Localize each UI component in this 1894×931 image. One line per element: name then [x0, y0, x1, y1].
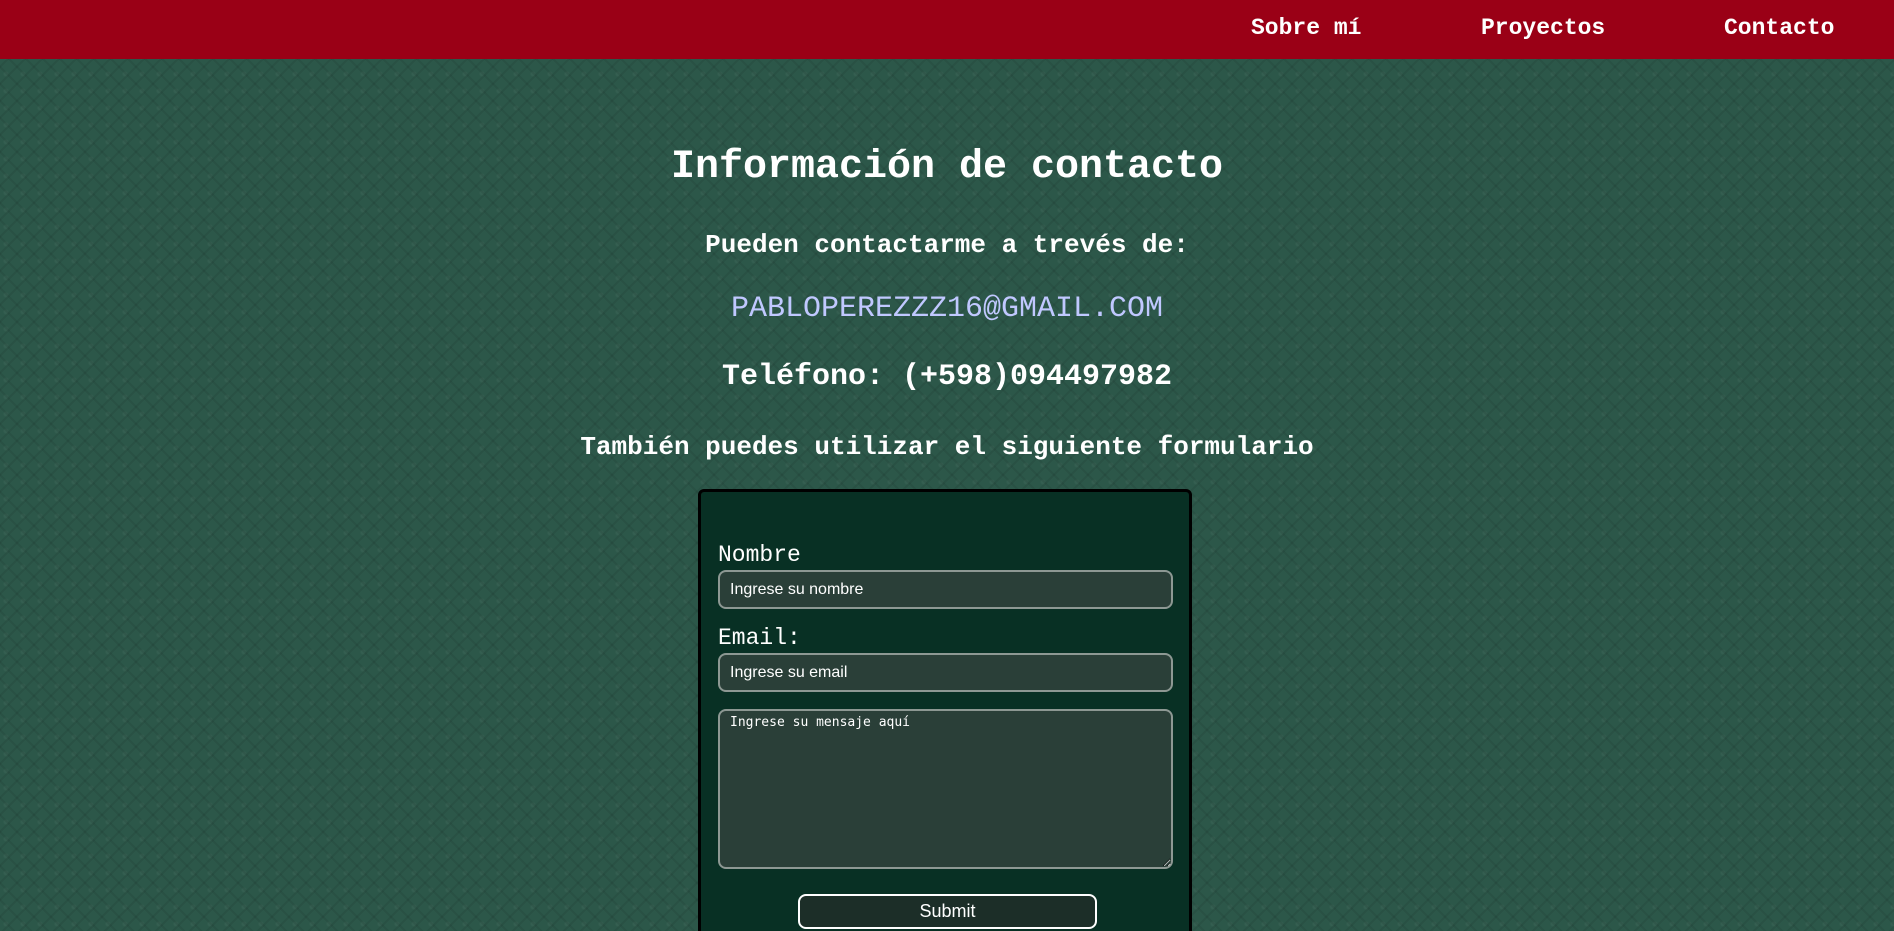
message-textarea[interactable]: [718, 709, 1173, 869]
email-input[interactable]: [718, 653, 1173, 692]
phone-number: Teléfono: (+598)094497982: [721, 360, 1173, 394]
name-input[interactable]: [718, 570, 1173, 609]
top-navbar: Sobre mí Proyectos Contacto: [0, 0, 1894, 59]
page-title: Información de contacto: [670, 145, 1224, 190]
nav-link-contact[interactable]: Contacto: [1724, 15, 1834, 41]
contact-subtitle: Pueden contactarme a trevés de:: [705, 230, 1189, 260]
nav-link-projects[interactable]: Proyectos: [1481, 15, 1605, 41]
submit-button[interactable]: Submit: [798, 894, 1097, 929]
nav-link-about[interactable]: Sobre mí: [1251, 15, 1361, 41]
name-label: Nombre: [718, 542, 801, 568]
email-link[interactable]: PABLOPEREZZZ16@GMAIL.COM: [731, 292, 1163, 326]
contact-form: Nombre Email: Submit: [698, 489, 1192, 931]
form-hint-text: También puedes utilizar el siguiente for…: [580, 432, 1314, 462]
email-label: Email:: [718, 625, 801, 651]
